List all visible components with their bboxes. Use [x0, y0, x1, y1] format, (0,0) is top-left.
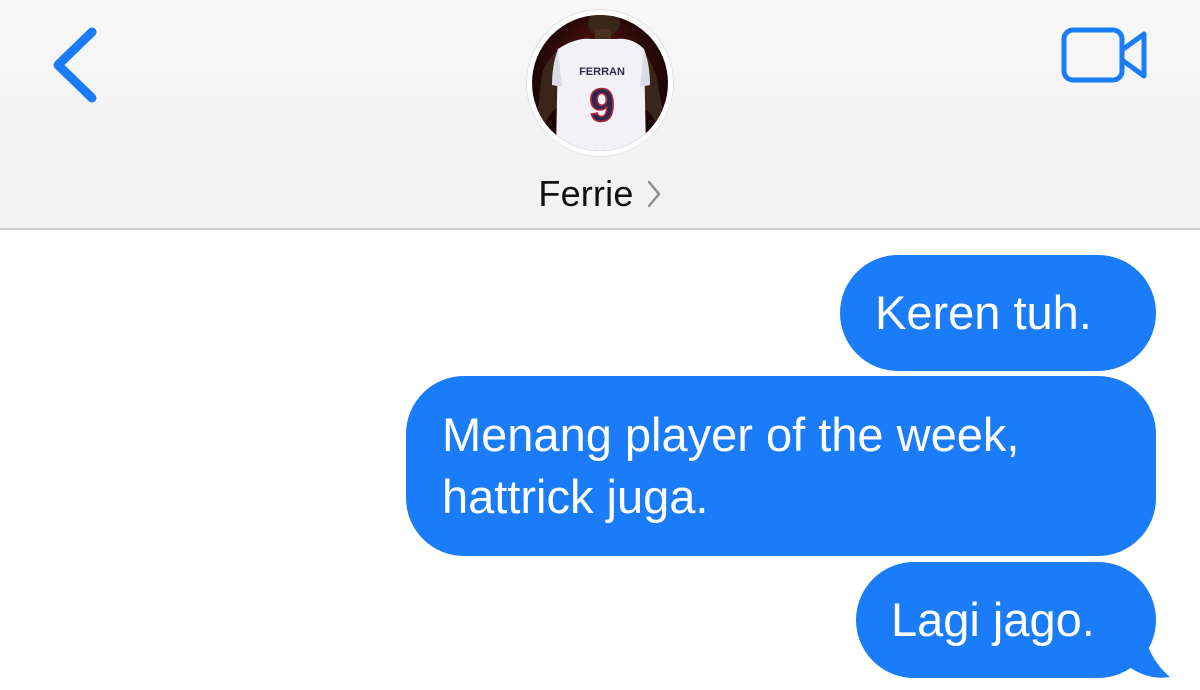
chevron-left-icon[interactable] [40, 20, 110, 110]
message-bubble-outgoing[interactable]: Menang player of the week, hattrick juga… [406, 376, 1156, 556]
avatar-photo: FERRAN 9 [532, 15, 668, 151]
contact-name: Ferrie [538, 173, 634, 214]
chevron-right-icon [647, 180, 660, 208]
message-text: Menang player of the week, hattrick juga… [442, 408, 1020, 523]
avatar-jersey-number: 9 [589, 79, 615, 131]
conversation-header: FERRAN 9 Ferrie [0, 0, 1200, 230]
bubble-tail [1110, 625, 1170, 678]
message-text: Keren tuh. [875, 286, 1092, 339]
message-thread: Keren tuh. Menang player of the week, ha… [0, 230, 1200, 690]
contact-avatar[interactable]: FERRAN 9 [527, 10, 673, 156]
video-camera-icon[interactable] [1060, 24, 1152, 86]
message-bubble-outgoing[interactable]: Keren tuh. [840, 255, 1156, 371]
avatar-jersey-name: FERRAN [579, 66, 625, 78]
contact-name-button[interactable]: Ferrie [0, 168, 1200, 220]
